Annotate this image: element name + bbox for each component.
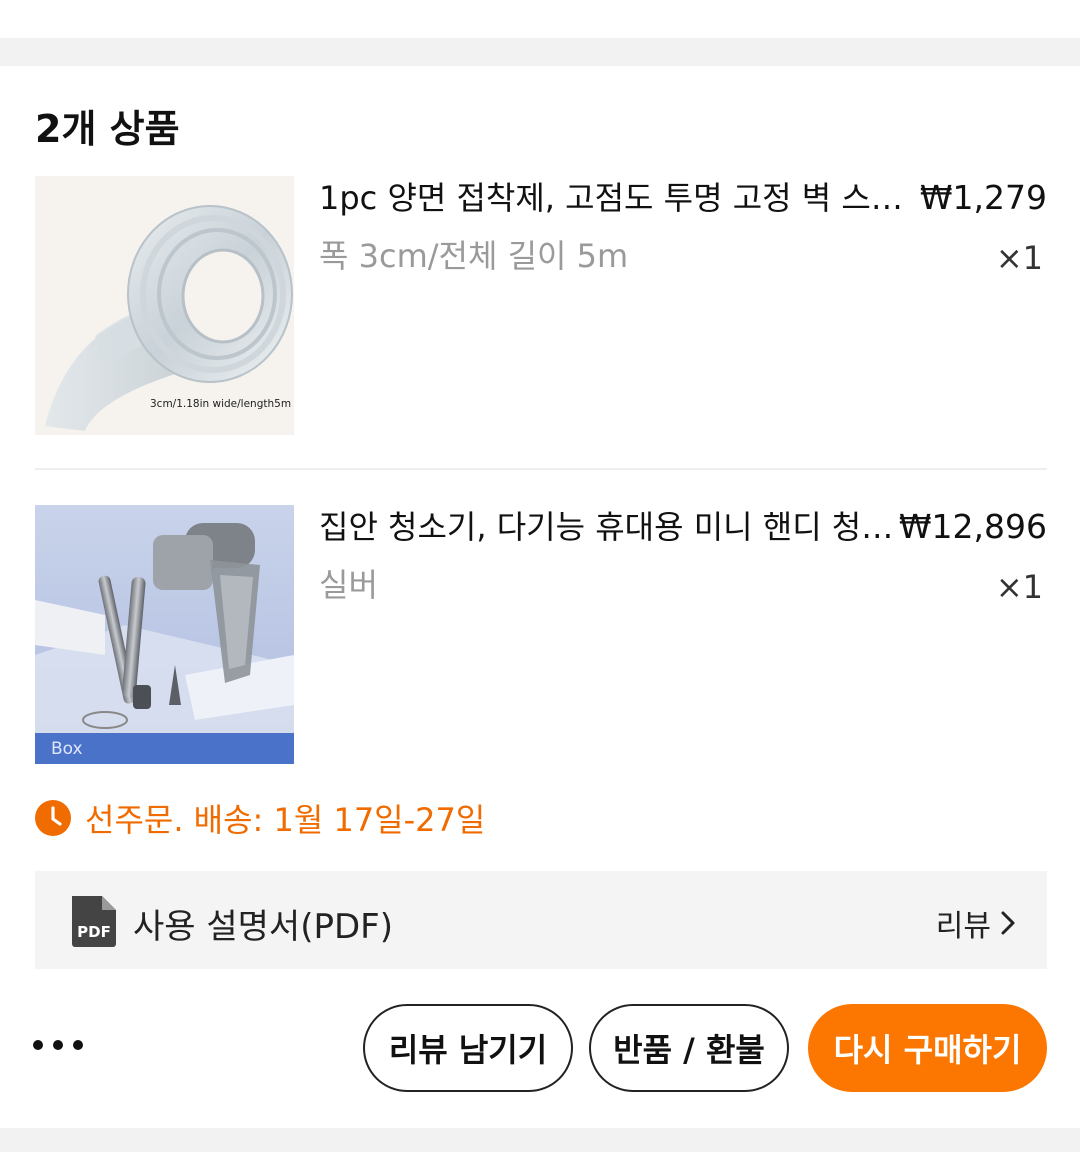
preorder-notice: 선주문. 배송: 1월 17일-27일: [35, 798, 486, 839]
section-separator-bottom: [0, 1128, 1080, 1152]
product-quantity: ×1: [995, 239, 1043, 277]
product-name[interactable]: 집안 청소기, 다기능 휴대용 미니 핸디 청소기: [319, 507, 915, 547]
product-name[interactable]: 1pc 양면 접착제, 고점도 투명 고정 벽 스티커: [319, 178, 915, 218]
chevron-right-icon: [1001, 911, 1015, 935]
clock-icon: [35, 800, 71, 836]
product-quantity: ×1: [995, 568, 1043, 606]
product-image-vacuum[interactable]: Box: [35, 505, 294, 764]
product-price: ₩12,896: [898, 507, 1047, 546]
write-review-button[interactable]: 리뷰 남기기: [363, 1004, 573, 1092]
buy-again-button[interactable]: 다시 구매하기: [808, 1004, 1047, 1092]
pdf-icon-label: PDF: [77, 923, 111, 941]
item-divider: [35, 468, 1047, 470]
review-link-label[interactable]: 리뷰: [936, 901, 991, 945]
vacuum-caption: Box: [51, 739, 83, 759]
product-image-tape[interactable]: 3cm/1.18in wide/length5m: [35, 176, 294, 435]
manual-label[interactable]: 사용 설명서(PDF): [133, 899, 393, 948]
tape-caption: 3cm/1.18in wide/length5m: [150, 398, 291, 410]
order-item[interactable]: Box 집안 청소기, 다기능 휴대용 미니 핸디 청소기 ₩12,896 실버…: [35, 505, 1047, 765]
status-area: [0, 0, 1080, 38]
order-item[interactable]: 3cm/1.18in wide/length5m 1pc 양면 접착제, 고점도…: [35, 176, 1047, 436]
section-title: 2개 상품: [35, 107, 180, 151]
product-price: ₩1,279: [919, 178, 1047, 217]
pdf-file-icon: PDF: [72, 896, 116, 947]
review-link[interactable]: 리뷰: [936, 901, 1017, 945]
notice-text: 선주문. 배송: 1월 17일-27일: [85, 801, 486, 839]
manual-row[interactable]: PDF 사용 설명서(PDF) 리뷰: [35, 871, 1047, 969]
return-refund-button[interactable]: 반품 / 환불: [589, 1004, 789, 1092]
more-dots-icon[interactable]: [33, 1030, 83, 1060]
product-variant: 실버: [319, 566, 378, 604]
section-separator-top: [0, 38, 1080, 66]
product-variant: 폭 3cm/전체 길이 5m: [319, 237, 629, 275]
